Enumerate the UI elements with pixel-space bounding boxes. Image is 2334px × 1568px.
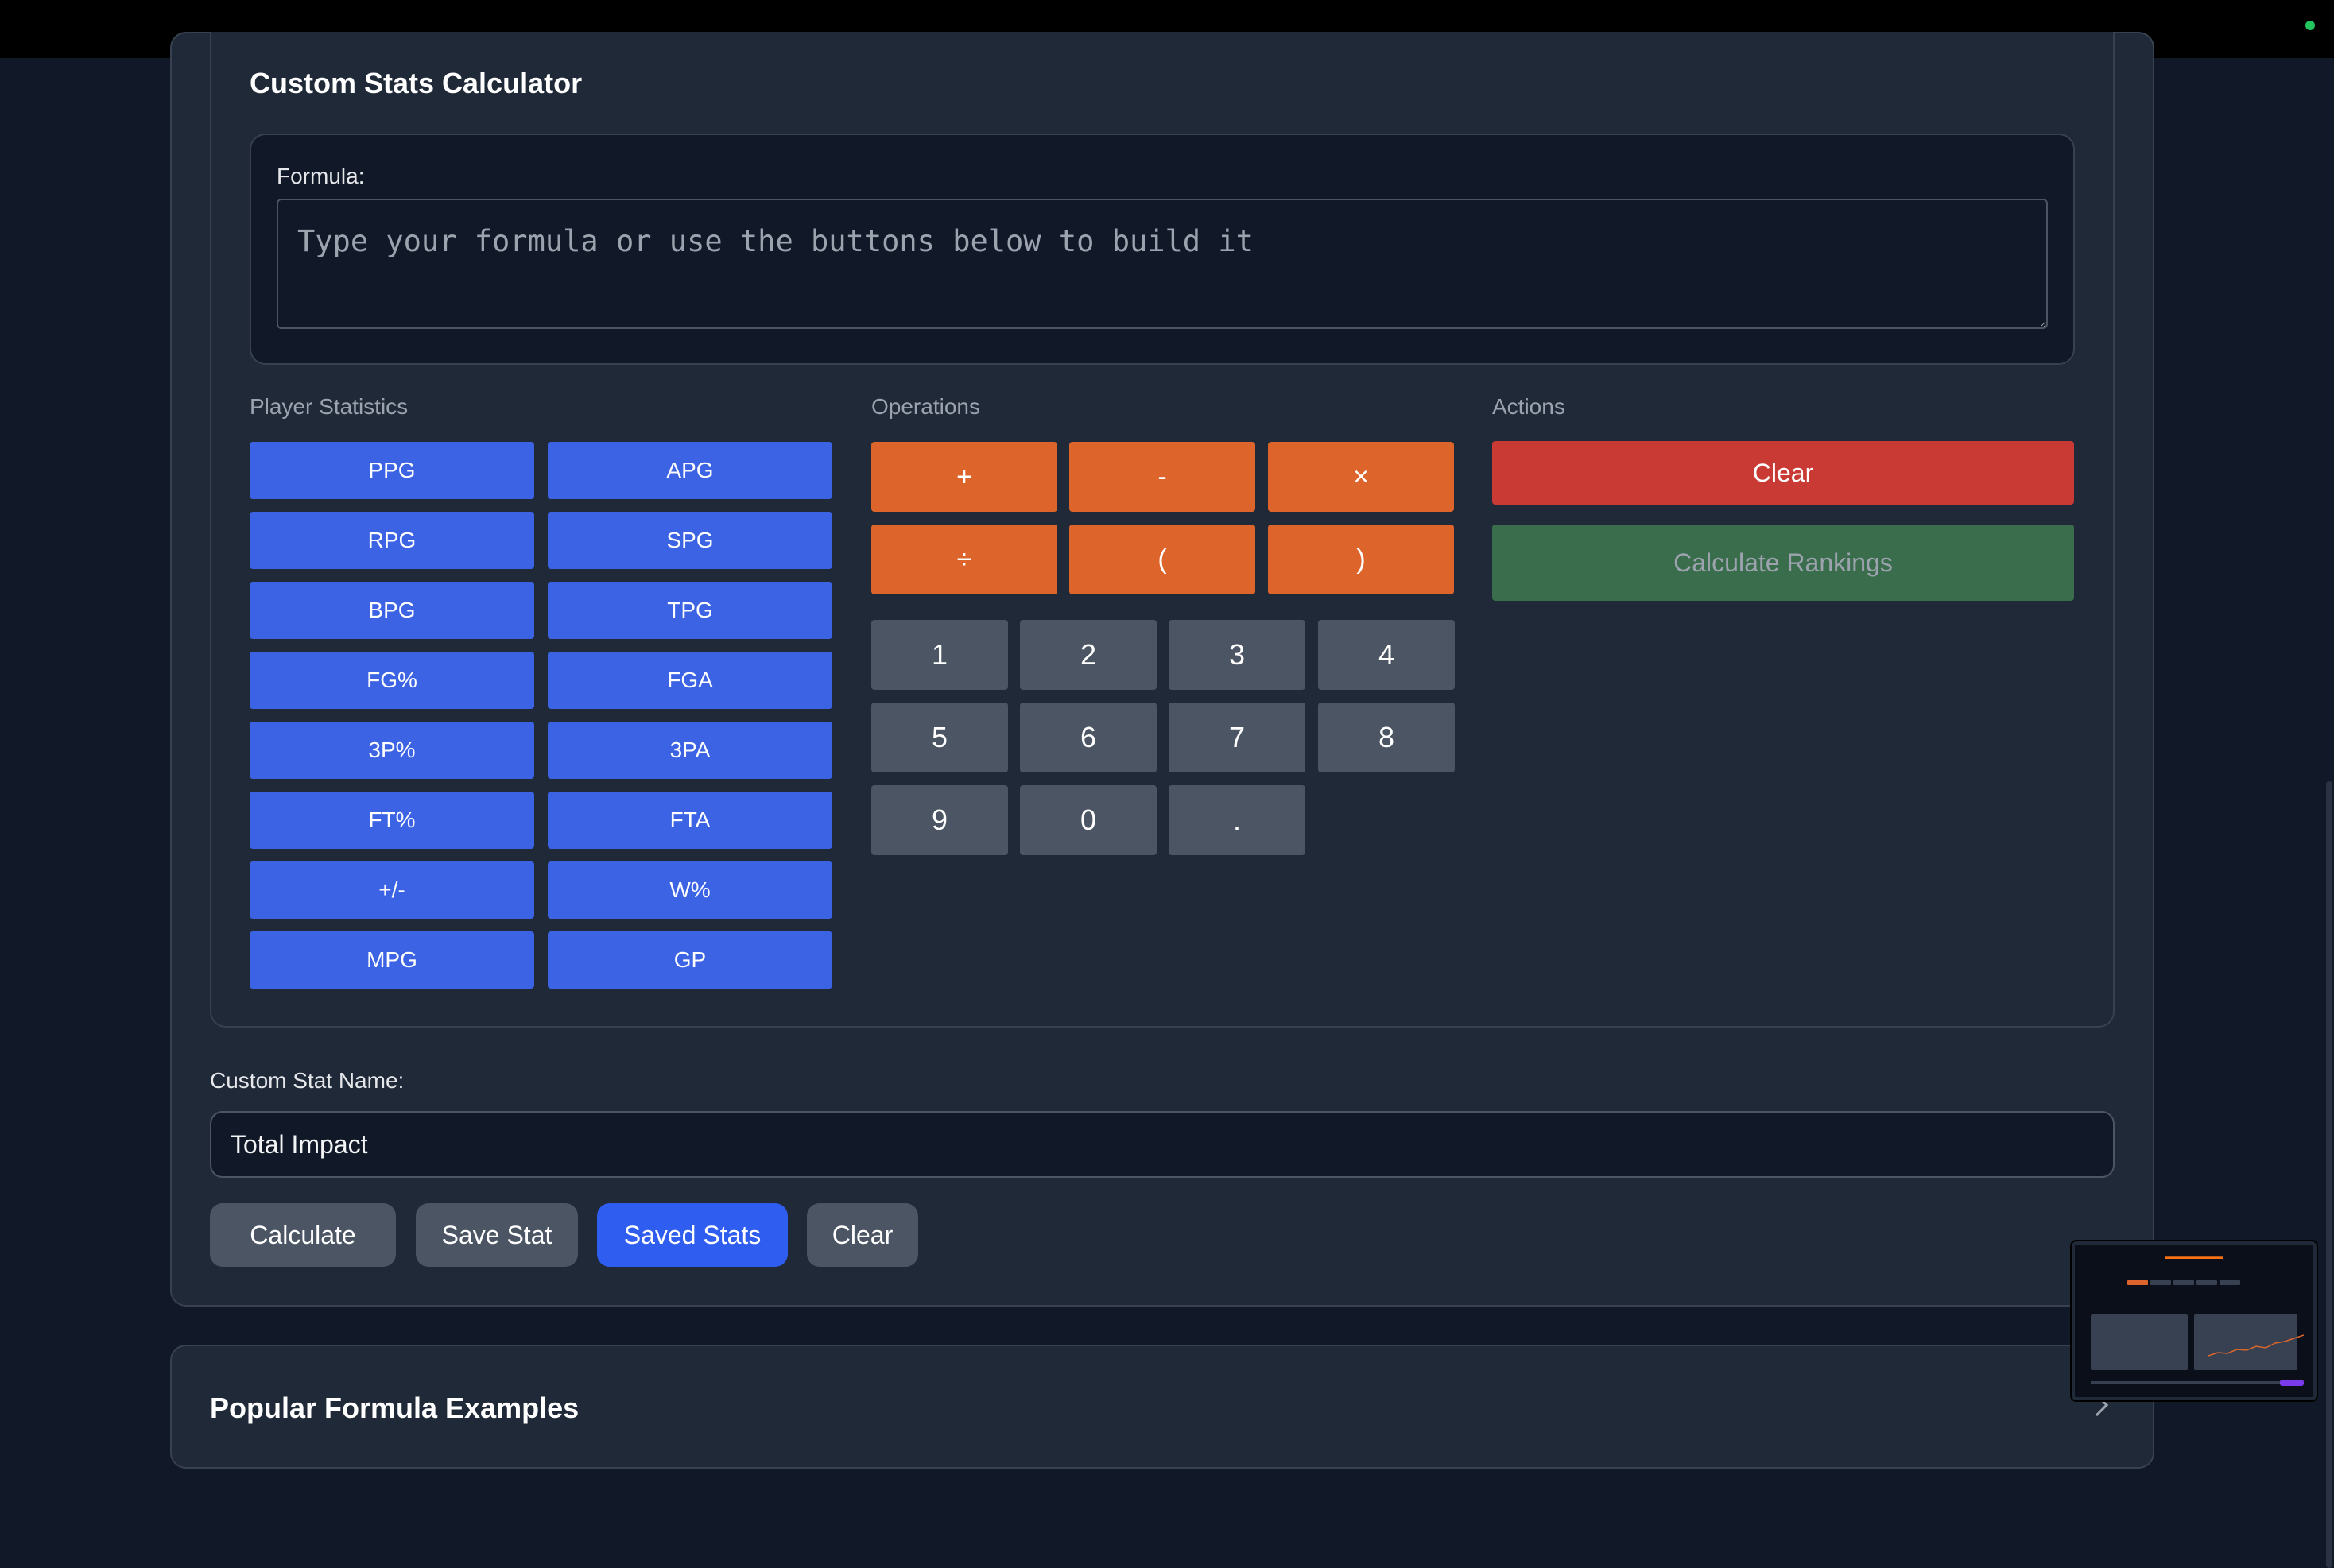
stat-button-ppg[interactable]: PPG — [250, 442, 534, 499]
number-6-button[interactable]: 6 — [1020, 703, 1157, 772]
thumbnail-line-chart-icon — [2208, 1334, 2304, 1357]
stat-button-fta[interactable]: FTA — [548, 792, 832, 849]
stat-button-plus-minus[interactable]: +/- — [250, 861, 534, 919]
scrollbar-thumb[interactable] — [2326, 781, 2332, 1568]
number-3-button[interactable]: 3 — [1169, 620, 1305, 690]
save-stat-button[interactable]: Save Stat — [416, 1203, 578, 1267]
thumbnail-tabs — [2127, 1275, 2262, 1285]
stat-button-3p-pct[interactable]: 3P% — [250, 722, 534, 779]
close-paren-button[interactable]: ) — [1268, 525, 1454, 594]
operator-plus-button[interactable]: + — [871, 442, 1057, 512]
scrollbar[interactable] — [2326, 58, 2334, 1568]
operator-minus-button[interactable]: - — [1069, 442, 1255, 512]
status-indicator-icon — [2305, 21, 2315, 30]
formula-input[interactable] — [277, 199, 2048, 329]
thumbnail-panel-left — [2091, 1314, 2188, 1370]
open-paren-button[interactable]: ( — [1069, 525, 1255, 594]
number-2-button[interactable]: 2 — [1020, 620, 1157, 690]
operator-divide-button[interactable]: ÷ — [871, 525, 1057, 594]
number-7-button[interactable]: 7 — [1169, 703, 1305, 772]
number-0-button[interactable]: 0 — [1020, 785, 1157, 855]
thumbnail-footer-bar — [2091, 1381, 2297, 1384]
clear-formula-button[interactable]: Clear — [1492, 441, 2074, 505]
number-5-button[interactable]: 5 — [871, 703, 1008, 772]
actions-label: Actions — [1492, 394, 1565, 419]
player-statistics-label: Player Statistics — [250, 394, 409, 419]
stat-button-3pa[interactable]: 3PA — [548, 722, 832, 779]
stat-button-apg[interactable]: APG — [548, 442, 832, 499]
stat-button-rpg[interactable]: RPG — [250, 512, 534, 569]
number-1-button[interactable]: 1 — [871, 620, 1008, 690]
stat-button-fg-pct[interactable]: FG% — [250, 652, 534, 709]
formula-label: Formula: — [277, 164, 365, 188]
stat-button-ft-pct[interactable]: FT% — [250, 792, 534, 849]
number-8-button[interactable]: 8 — [1318, 703, 1455, 772]
calculate-rankings-button[interactable]: Calculate Rankings — [1492, 525, 2074, 601]
screenshot-thumbnail[interactable]: ▬▬▬▬▬▬▬▬ — [2072, 1241, 2317, 1400]
operations-label: Operations — [871, 394, 980, 419]
thumbnail-pill — [2280, 1380, 2304, 1386]
stat-button-mpg[interactable]: MPG — [250, 931, 534, 989]
custom-stat-name-input[interactable] — [210, 1111, 2115, 1178]
formula-examples-title: Popular Formula Examples — [210, 1392, 580, 1424]
stat-button-tpg[interactable]: TPG — [548, 582, 832, 639]
stat-button-bpg[interactable]: BPG — [250, 582, 534, 639]
saved-stats-button[interactable]: Saved Stats — [597, 1203, 788, 1267]
clear-stat-button[interactable]: Clear — [807, 1203, 918, 1267]
number-4-button[interactable]: 4 — [1318, 620, 1455, 690]
thumbnail-title-bar: ▬▬▬▬▬▬▬▬ — [2165, 1252, 2223, 1260]
calculate-button[interactable]: Calculate — [210, 1203, 396, 1267]
stat-button-fga[interactable]: FGA — [548, 652, 832, 709]
stat-button-spg[interactable]: SPG — [548, 512, 832, 569]
stat-button-gp[interactable]: GP — [548, 931, 832, 989]
operator-multiply-button[interactable]: × — [1268, 442, 1454, 512]
decimal-point-button[interactable]: . — [1169, 785, 1305, 855]
stat-button-win-pct[interactable]: W% — [548, 861, 832, 919]
calculator-title: Custom Stats Calculator — [250, 67, 583, 99]
custom-stat-name-label: Custom Stat Name: — [210, 1068, 405, 1093]
number-9-button[interactable]: 9 — [871, 785, 1008, 855]
